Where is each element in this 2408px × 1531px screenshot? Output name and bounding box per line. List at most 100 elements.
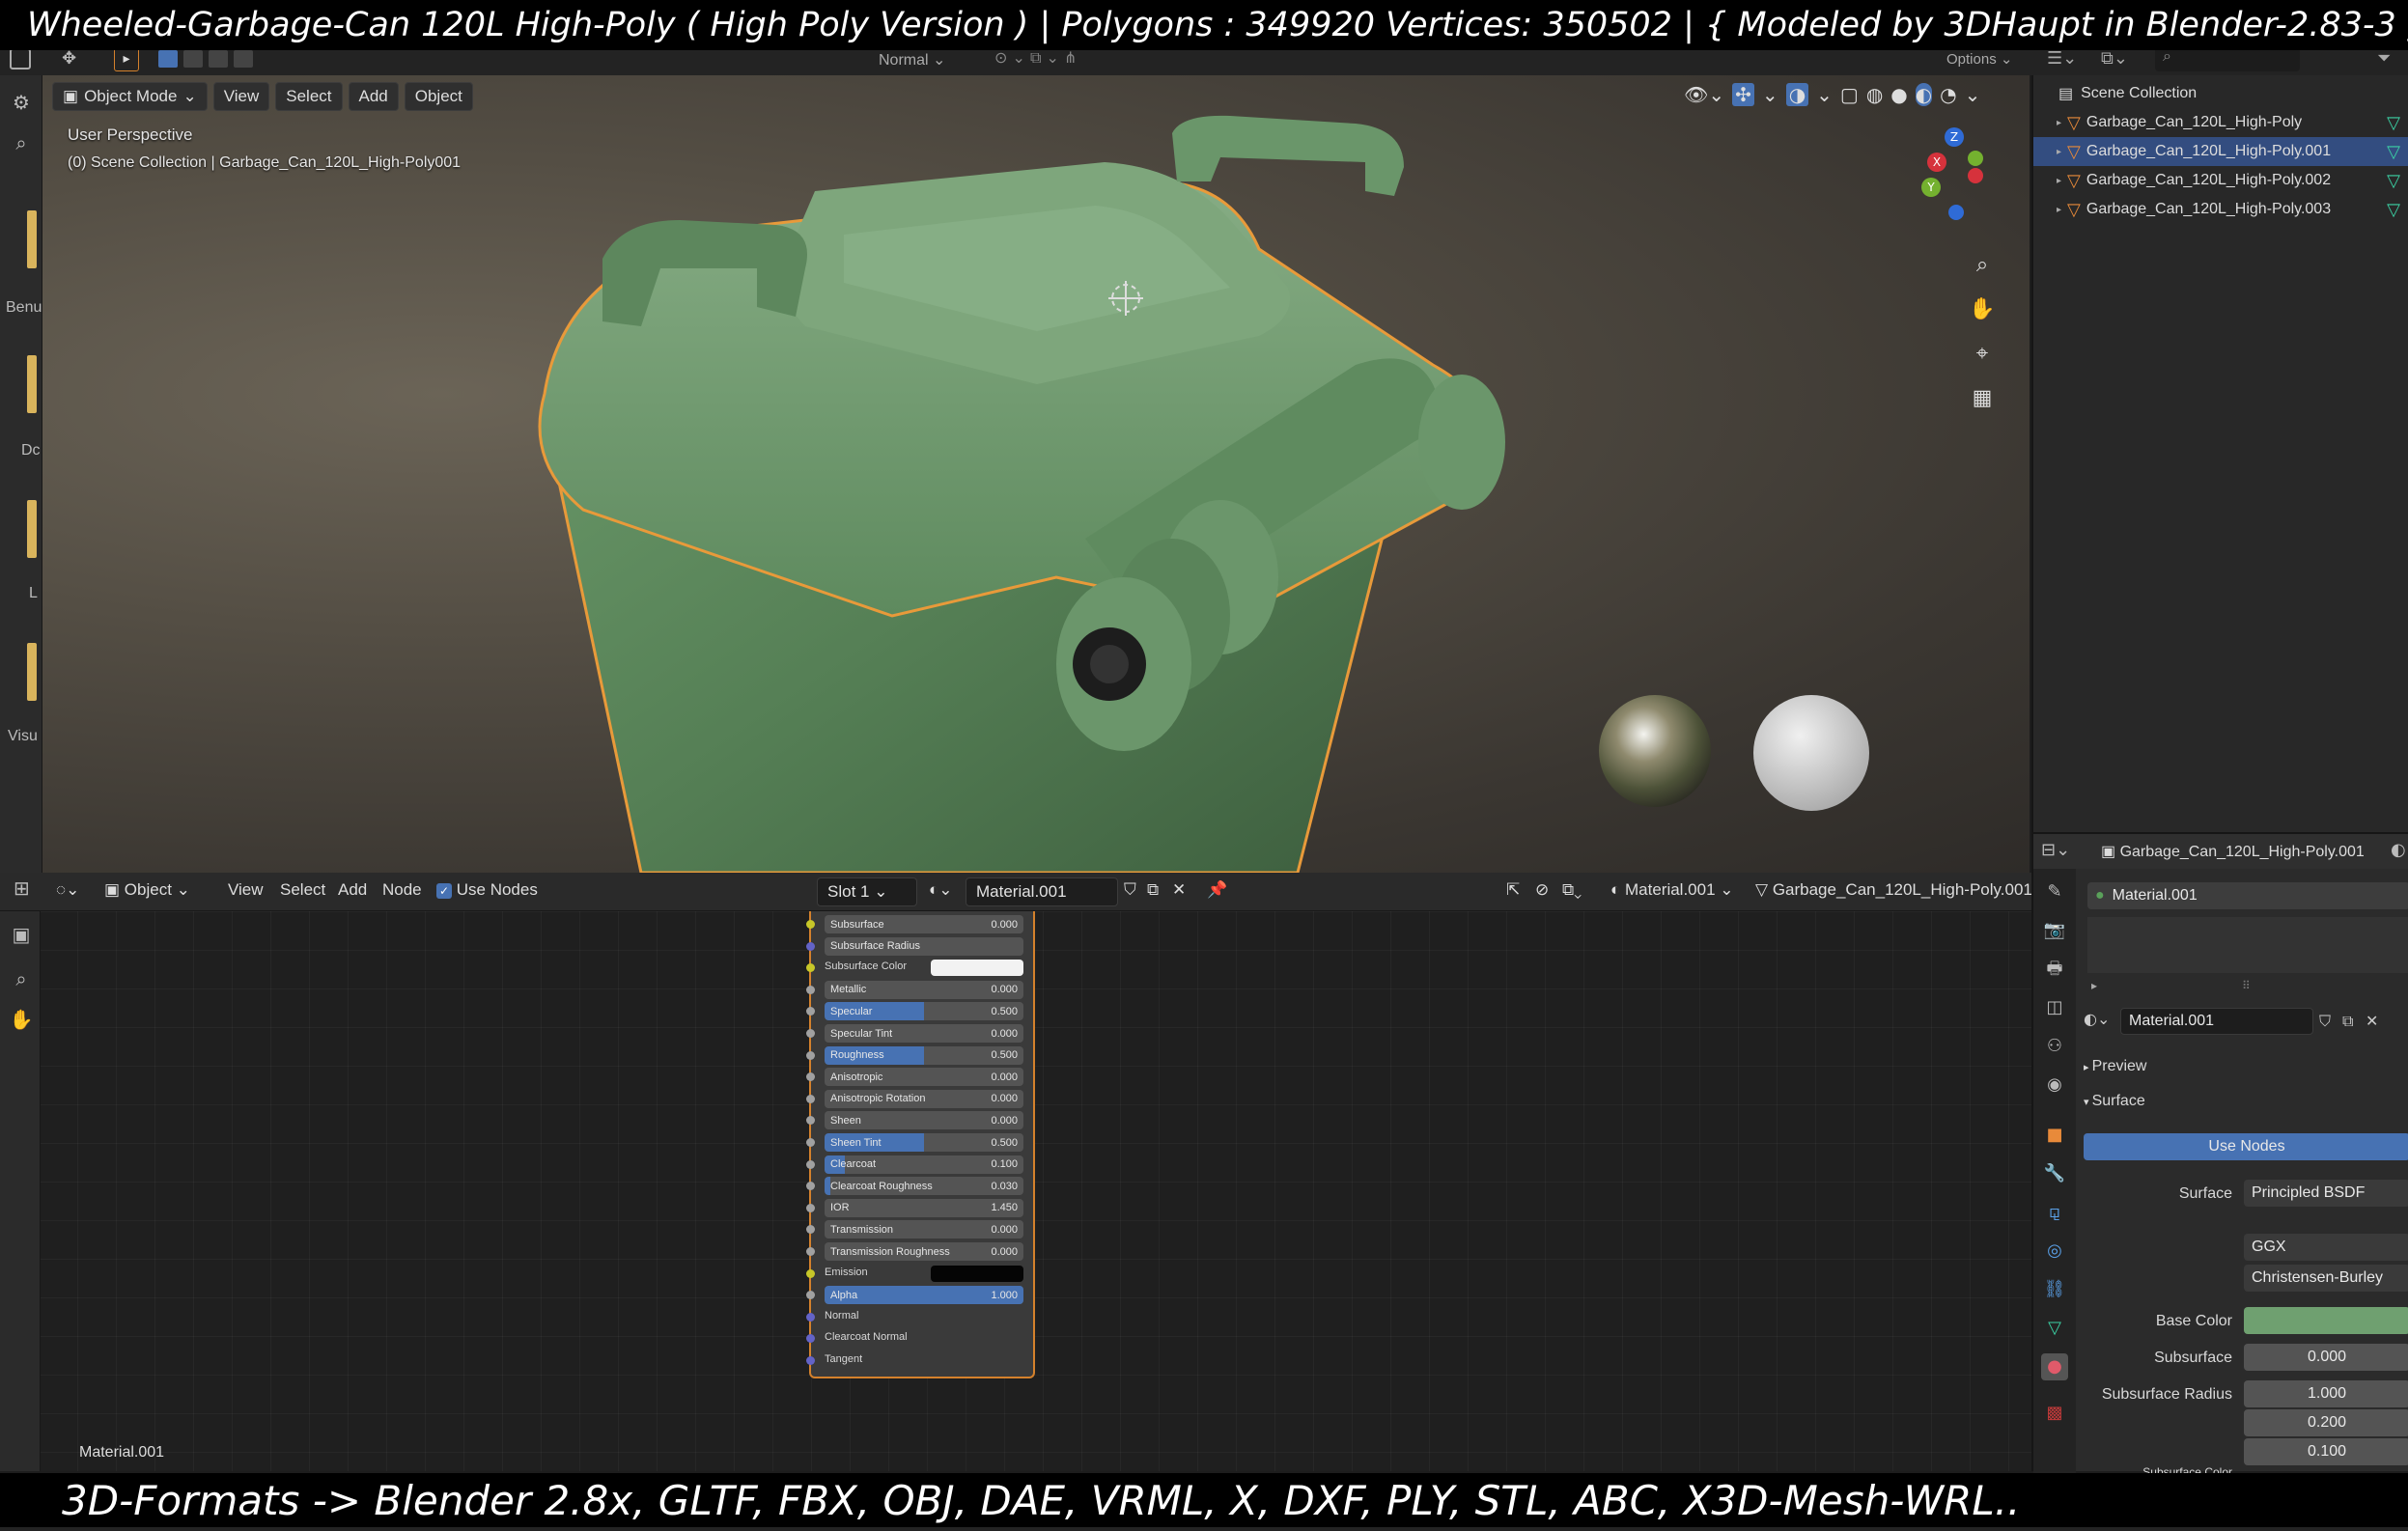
slot-dropdown[interactable]: Slot 1 ⌄ <box>817 877 917 906</box>
chevron-down-icon[interactable]: ⌄ <box>1762 83 1778 106</box>
side-tab-label[interactable]: Visu <box>8 728 38 745</box>
input-socket[interactable] <box>806 1116 815 1126</box>
outliner-item[interactable]: ▸ ▽ Garbage_Can_120L_High-Poly.002 ▽ <box>2033 166 2408 195</box>
mode-dropdown[interactable]: ▣ Object Mode ⌄ <box>52 82 208 111</box>
input-socket[interactable] <box>806 1203 815 1212</box>
transform-icon[interactable]: ✥ <box>62 48 83 70</box>
object-tab-icon[interactable]: ■ <box>2041 1122 2068 1149</box>
solid-shading-icon[interactable]: ● <box>1890 83 1907 106</box>
object-breadcrumb[interactable]: ▽ Garbage_Can_120L_High-Poly.001 <box>1755 880 2032 900</box>
gizmo-z-axis[interactable]: Z <box>1945 127 1964 147</box>
mesh-data-icon[interactable]: ▽ <box>2387 171 2400 191</box>
modifier-tab-icon[interactable]: 🔧 <box>2041 1160 2068 1187</box>
wireframe-shading-icon[interactable]: ◍ <box>1866 83 1883 106</box>
distribution-dropdown[interactable]: GGX <box>2244 1234 2408 1261</box>
outliner-item[interactable]: ▸ ▽ Garbage_Can_120L_High-Poly ▽ <box>2033 108 2408 137</box>
material-slot-list[interactable] <box>2087 917 2408 973</box>
filter-funnel-icon[interactable]: ⏷ <box>2377 48 2391 69</box>
side-tab-marker[interactable] <box>27 210 37 268</box>
menu-view[interactable]: View <box>212 82 270 111</box>
menu-select[interactable]: Select <box>275 82 343 111</box>
bsdf-slider[interactable]: Subsurface 0.000 <box>825 915 1023 933</box>
world-tab-icon[interactable]: ◉ <box>2041 1072 2068 1099</box>
editor-type-icon[interactable] <box>10 48 31 70</box>
side-tab-label[interactable]: L <box>29 585 38 602</box>
bsdf-slider[interactable]: Clearcoat Roughness 0.030 <box>825 1177 1023 1196</box>
subsurface-radius-x[interactable]: 1.000 <box>2244 1380 2408 1407</box>
bsdf-slider[interactable]: Specular 0.500 <box>825 1002 1023 1021</box>
data-tab-icon[interactable]: ▽ <box>2041 1315 2068 1342</box>
chevron-down-icon[interactable]: ⌄ <box>1965 83 1981 106</box>
input-socket[interactable] <box>806 1138 815 1147</box>
parent-node-icon[interactable]: ⇱ <box>1506 880 1520 900</box>
properties-editor-icon[interactable]: ⊟⌄ <box>2041 840 2070 860</box>
snap-icon[interactable]: ⊘ <box>1535 880 1549 900</box>
input-socket[interactable] <box>806 920 815 929</box>
bsdf-slider[interactable]: IOR 1.450 <box>825 1198 1023 1217</box>
material-name-field[interactable]: Material.001 <box>2120 1008 2313 1035</box>
navigation-gizmo[interactable]: Z X Y <box>1910 124 1997 220</box>
input-socket[interactable] <box>806 1050 815 1060</box>
input-socket[interactable] <box>806 985 815 994</box>
resize-grip-icon[interactable]: ⠿ <box>2242 979 2251 992</box>
input-socket[interactable] <box>806 941 815 951</box>
material-browse-icon[interactable]: ◐⌄ <box>929 880 953 900</box>
input-socket[interactable] <box>806 1029 815 1038</box>
expand-icon[interactable]: ▸ <box>2057 147 2061 157</box>
input-socket[interactable] <box>806 1268 815 1278</box>
bsdf-slider[interactable]: Sheen 0.000 <box>825 1111 1023 1130</box>
snapping-icons[interactable]: ⊙ ⌄ ⧉ ⌄ ⋔ <box>994 48 1110 70</box>
surface-panel-header[interactable]: ▾ Surface <box>2084 1093 2145 1110</box>
subsurface-method-dropdown[interactable]: Christensen-Burley <box>2244 1265 2408 1292</box>
gizmo-neg-y[interactable] <box>1968 151 1983 166</box>
pin-icon[interactable]: 📌 <box>1207 880 1227 900</box>
side-tab-marker[interactable] <box>27 643 37 701</box>
subsurface-radius-z[interactable]: 0.100 <box>2244 1438 2408 1465</box>
side-tab-marker[interactable] <box>27 355 37 413</box>
gizmo-toggle-icon[interactable]: ✣ <box>1732 83 1754 106</box>
chevron-down-icon[interactable]: ⌄ <box>1816 83 1833 106</box>
view-layer-tab-icon[interactable]: ◫ <box>2041 994 2068 1021</box>
use-nodes-button[interactable]: Use Nodes <box>2084 1133 2408 1160</box>
mesh-data-icon[interactable]: ▽ <box>2387 200 2400 220</box>
input-socket[interactable] <box>806 1312 815 1322</box>
expand-icon[interactable]: ▸ <box>2091 979 2097 992</box>
input-socket[interactable] <box>806 1182 815 1191</box>
close-icon[interactable]: ✕ <box>1172 880 1186 900</box>
use-nodes-checkbox[interactable]: ✓ Use Nodes <box>436 880 538 900</box>
gizmo-neg-z[interactable] <box>1948 205 1964 220</box>
subsurface-field[interactable]: 0.000 <box>2244 1344 2408 1371</box>
material-browse-icon[interactable]: ◐⌄ <box>2084 1010 2110 1028</box>
expand-icon[interactable]: ▸ <box>2057 205 2061 215</box>
fake-user-icon[interactable]: ⛉ <box>2319 1012 2331 1031</box>
principled-bsdf-node[interactable]: Subsurface 0.000 Subsurface Radius Subsurfa… <box>806 911 1035 1378</box>
shader-type-dropdown[interactable]: ▣ Object ⌄ <box>104 880 190 900</box>
bsdf-slider[interactable]: Roughness 0.500 <box>825 1045 1023 1065</box>
bsdf-slider[interactable]: Anisotropic Rotation 0.000 <box>825 1089 1023 1108</box>
input-socket[interactable] <box>806 1225 815 1235</box>
gizmo-neg-x[interactable] <box>1968 168 1983 183</box>
side-tab-label[interactable]: Dc <box>21 442 41 459</box>
xray-icon[interactable]: ▢ <box>1840 83 1859 106</box>
shader-type-icon[interactable]: ◌⌄ <box>56 880 79 900</box>
bsdf-slider[interactable]: Sheen Tint 0.500 <box>825 1133 1023 1152</box>
input-socket[interactable] <box>806 1334 815 1344</box>
duplicate-material-icon[interactable]: ⧉ <box>1147 880 1159 900</box>
bsdf-slider[interactable]: Transmission 0.000 <box>825 1220 1023 1239</box>
bsdf-slider[interactable]: Clearcoat 0.100 <box>825 1155 1023 1174</box>
menu-select[interactable]: Select <box>280 880 325 900</box>
mesh-data-icon[interactable]: ▽ <box>2387 113 2400 133</box>
input-socket[interactable] <box>806 1291 815 1300</box>
menu-object[interactable]: Object <box>404 82 473 111</box>
menu-add[interactable]: Add <box>348 82 399 111</box>
input-socket[interactable] <box>806 1007 815 1016</box>
editor-type-icon[interactable]: ⊞ <box>14 877 30 901</box>
material-name-field[interactable]: Material.001 <box>966 877 1118 906</box>
bsdf-slider[interactable]: Alpha 1.000 <box>825 1286 1023 1305</box>
camera-icon[interactable]: ⌖ <box>1966 338 1999 371</box>
bsdf-slider[interactable]: Anisotropic 0.000 <box>825 1068 1023 1087</box>
color-swatch[interactable] <box>931 960 1023 977</box>
visibility-icon[interactable]: 👁⌄ <box>1684 83 1724 106</box>
zoom-icon[interactable]: ⌕ <box>8 965 35 992</box>
side-tab-label[interactable]: Benu <box>6 299 42 317</box>
